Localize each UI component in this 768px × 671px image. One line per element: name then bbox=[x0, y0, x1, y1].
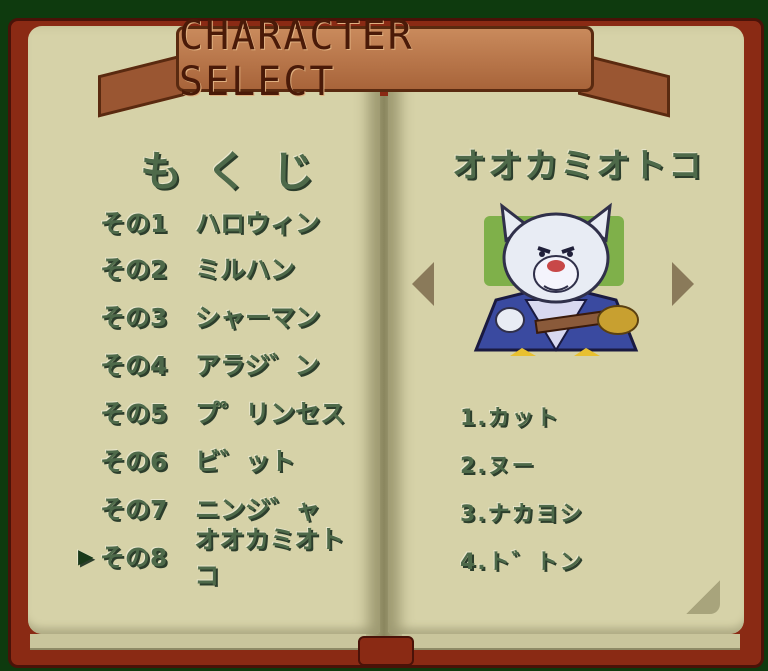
menu-item-number: その6 bbox=[100, 447, 168, 476]
index-title: もくじ bbox=[140, 147, 339, 196]
left-arrow-icon[interactable] bbox=[412, 262, 434, 306]
menu-item-number: その1 bbox=[100, 209, 168, 238]
title-banner: CHARACTER SELECT bbox=[176, 13, 594, 105]
menu-item-number: その4 bbox=[100, 351, 168, 380]
right-arrow-icon[interactable] bbox=[672, 262, 694, 306]
move-item-1: 1.カット bbox=[460, 406, 560, 431]
menu-item-2[interactable]: その2 ミルハン bbox=[78, 248, 368, 288]
page-edge-left bbox=[30, 634, 370, 650]
move-item-2: 2.ヌー bbox=[460, 454, 536, 479]
character-name: オオカミオトコ bbox=[452, 146, 704, 186]
menu-item-label: プ゜リンセス bbox=[195, 399, 346, 428]
menu-item-number: その3 bbox=[100, 303, 168, 332]
page-edge-right bbox=[400, 634, 740, 650]
menu-item-number: その8 bbox=[99, 543, 168, 572]
screen-title: CHARACTER SELECT bbox=[179, 13, 414, 105]
menu-item-label: オオカミオトコ bbox=[194, 525, 345, 590]
menu-item-4[interactable]: その4 アラジ゛ン bbox=[78, 344, 368, 384]
menu-item-3[interactable]: その3 シャーマン bbox=[78, 296, 368, 336]
menu-item-1[interactable]: その1 ハロウィン bbox=[78, 202, 368, 242]
selection-cursor-icon: ▶ bbox=[78, 544, 94, 568]
werewolf-portrait bbox=[473, 202, 639, 356]
page-curl bbox=[686, 580, 720, 614]
menu-item-5[interactable]: その5 プ゜リンセス bbox=[78, 392, 368, 432]
menu-item-label: シャーマン bbox=[195, 303, 321, 332]
move-item-4: 4.ト゛トン bbox=[460, 550, 584, 575]
menu-item-number: その5 bbox=[100, 399, 168, 428]
menu-item-label: ミルハン bbox=[195, 255, 296, 284]
menu-item-number: その2 bbox=[100, 255, 168, 284]
menu-item-label: ビ゛ット bbox=[195, 447, 296, 476]
menu-item-label: アラジ゛ン bbox=[195, 351, 320, 380]
menu-item-number: その7 bbox=[100, 495, 168, 524]
move-item-3: 3.ナカヨシ bbox=[460, 502, 584, 527]
menu-item-6[interactable]: その6 ビ゛ット bbox=[78, 440, 368, 480]
menu-item-8[interactable]: ▶ その8 オオカミオトコ bbox=[78, 525, 368, 590]
spine-cap bbox=[358, 636, 414, 666]
menu-item-label: ハロウィン bbox=[195, 209, 321, 238]
